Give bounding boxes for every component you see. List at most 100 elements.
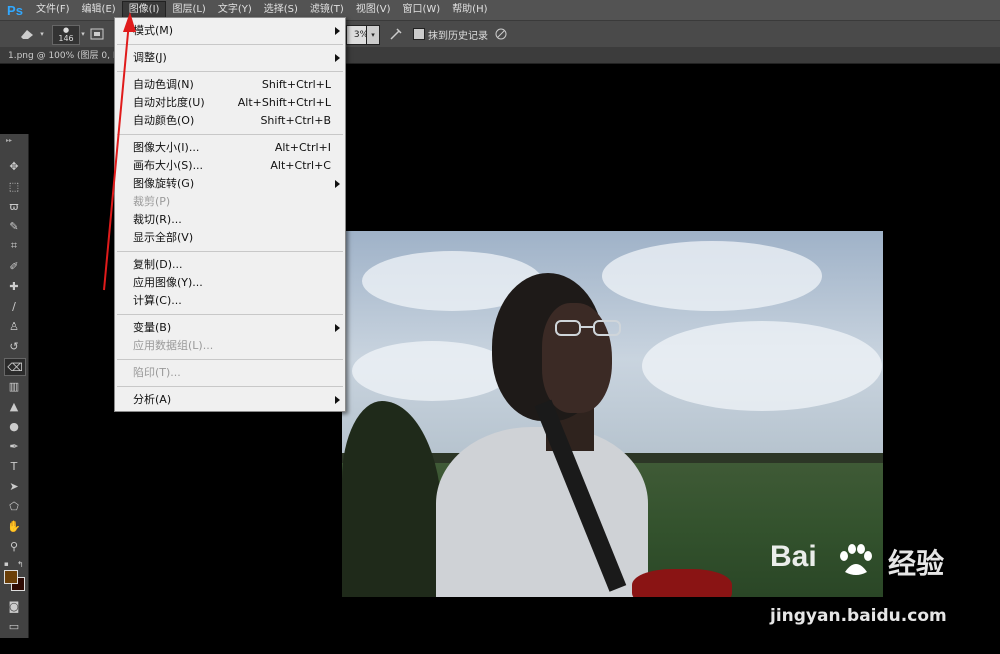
menu-item-label: 自动色调(N) (133, 78, 194, 91)
erase-history-label: 抹到历史记录 (428, 30, 488, 42)
image-menu-item-19[interactable]: 变量(B) (115, 319, 345, 337)
menu-item-shortcut: Alt+Shift+Ctrl+L (237, 96, 331, 109)
menu-item-label: 计算(C)... (133, 294, 182, 307)
image-menu-item-12[interactable]: 裁切(R)... (115, 211, 345, 229)
zoom-tool-icon[interactable]: ⚲ (4, 538, 24, 554)
menu-7[interactable]: 视图(V) (350, 0, 397, 20)
menu-separator (117, 44, 343, 45)
blur-tool-icon[interactable]: ▲ (4, 398, 24, 414)
image-menu-item-0[interactable]: 模式(M) (115, 22, 345, 40)
image-menu-item-22: 陷印(T)... (115, 364, 345, 382)
image-menu-item-6[interactable]: 自动颜色(O) Shift+Ctrl+B (115, 112, 345, 130)
menu-item-label: 裁剪(P) (133, 195, 171, 208)
menu-separator (117, 134, 343, 135)
image-menu-item-20: 应用数据组(L)... (115, 337, 345, 355)
brush-panel-icon[interactable] (88, 25, 106, 43)
hand-tool-icon[interactable]: ✋ (4, 518, 24, 534)
brush-size-value: 146 (58, 34, 74, 43)
photoshop-logo: Ps (7, 2, 23, 18)
airbrush-icon[interactable] (387, 25, 405, 43)
menu-item-label: 陷印(T)... (133, 366, 181, 379)
erase-history-checkbox[interactable] (413, 25, 425, 43)
menu-9[interactable]: 帮助(H) (446, 0, 493, 20)
menu-item-shortcut: Shift+Ctrl+L (261, 78, 331, 91)
path-select-tool-icon[interactable]: ➤ (4, 478, 24, 494)
gradient-tool-icon[interactable]: ▥ (4, 378, 24, 394)
baidu-logo: Bai (770, 540, 817, 573)
healing-brush-tool-icon[interactable]: ✚ (4, 278, 24, 294)
crop-tool-icon[interactable]: ⌗ (4, 238, 24, 254)
menu-item-label: 应用数据组(L)... (133, 339, 214, 352)
image-menu-item-13[interactable]: 显示全部(V) (115, 229, 345, 247)
submenu-arrow-icon (335, 324, 340, 332)
image-menu-item-11: 裁剪(P) (115, 193, 345, 211)
brush-tool-icon[interactable]: ∕ (4, 298, 24, 314)
preset-chevron-down-icon[interactable]: ▾ (38, 25, 46, 43)
toolbox: ▸▸ ✥ ⬚ ϖ ✎ ⌗ ✐ ✚ ∕ ♙ ↺ ⌫ ▥ ▲ ● ✒ T ➤ ⬠ ✋ ⚲ ▪ ↰ ◙ ▭ (0, 134, 29, 638)
menu-item-label: 变量(B) (133, 321, 172, 334)
dodge-tool-icon[interactable]: ● (4, 418, 24, 434)
menu-item-label: 画布大小(S)... (133, 159, 204, 172)
image-menu-dropdown: 模式(M) 调整(J) 自动色调(N) Shift+Ctrl+L 自动对比度(U) Alt… (114, 17, 346, 412)
menu-separator (117, 71, 343, 72)
menu-item-label: 图像旋转(G) (133, 177, 195, 190)
image-menu-item-5[interactable]: 自动对比度(U) Alt+Shift+Ctrl+L (115, 94, 345, 112)
menu-item-label: 自动对比度(U) (133, 96, 205, 109)
screen-mode-icon[interactable]: ▭ (4, 618, 24, 634)
image-menu-item-2[interactable]: 调整(J) (115, 49, 345, 67)
menu-item-label: 复制(D)... (133, 258, 183, 271)
pen-tool-icon[interactable]: ✒ (4, 438, 24, 454)
image-menu-item-17[interactable]: 计算(C)... (115, 292, 345, 310)
menu-separator (117, 386, 343, 387)
document-tab-title: 1.png @ 100% (图层 0, RG (8, 51, 127, 61)
watermark-url: jingyan.baidu.com (770, 606, 947, 626)
type-tool-icon[interactable]: T (4, 458, 24, 474)
menu-item-label: 裁切(R)... (133, 213, 182, 226)
menu-item-label: 显示全部(V) (133, 231, 194, 244)
image-menu-item-9[interactable]: 画布大小(S)... Alt+Ctrl+C (115, 157, 345, 175)
default-colors-icon[interactable]: ▪ (4, 560, 12, 568)
menu-separator (117, 251, 343, 252)
menu-item-shortcut: Alt+Ctrl+I (274, 141, 331, 154)
swap-colors-icon[interactable]: ↰ (17, 560, 24, 569)
image-menu-item-10[interactable]: 图像旋转(G) (115, 175, 345, 193)
eraser-tool-icon[interactable]: ⌫ (4, 358, 26, 376)
baidu-jingyan-watermark: Bai 经验 jingyan.baidu.com (770, 540, 1000, 650)
menu-item-label: 应用图像(Y)... (133, 276, 203, 289)
lasso-tool-icon[interactable]: ϖ (4, 198, 24, 214)
brush-size-picker[interactable]: ● 146 (52, 25, 80, 45)
brush-chevron-down-icon[interactable]: ▾ (79, 25, 87, 43)
toolbox-collapse-icon[interactable]: ▸▸ (6, 137, 12, 144)
foreground-color-swatch[interactable] (4, 570, 18, 584)
image-menu-item-15[interactable]: 复制(D)... (115, 256, 345, 274)
shape-tool-icon[interactable]: ⬠ (4, 498, 24, 514)
menu-0[interactable]: 文件(F) (30, 0, 76, 20)
eyedropper-tool-icon[interactable]: ✐ (4, 258, 24, 274)
menu-item-label: 图像大小(I)... (133, 141, 200, 154)
menu-separator (117, 359, 343, 360)
menu-item-label: 模式(M) (133, 24, 174, 37)
eraser-preset-icon[interactable] (16, 25, 38, 43)
history-brush-tool-icon[interactable]: ↺ (4, 338, 24, 354)
quick-select-tool-icon[interactable]: ✎ (4, 218, 24, 234)
menu-item-label: 调整(J) (133, 51, 167, 64)
marquee-tool-icon[interactable]: ⬚ (4, 178, 24, 194)
pressure-icon[interactable] (492, 25, 510, 43)
clone-stamp-tool-icon[interactable]: ♙ (4, 318, 24, 334)
quick-mask-icon[interactable]: ◙ (4, 598, 24, 614)
image-menu-item-16[interactable]: 应用图像(Y)... (115, 274, 345, 292)
menu-item-label: 分析(A) (133, 393, 172, 406)
image-menu-item-24[interactable]: 分析(A) (115, 391, 345, 409)
submenu-arrow-icon (335, 54, 340, 62)
menu-separator (117, 314, 343, 315)
baidu-paw-icon (840, 544, 872, 575)
menu-item-label: 自动颜色(O) (133, 114, 195, 127)
move-tool-icon[interactable]: ✥ (4, 158, 24, 174)
image-menu-item-4[interactable]: 自动色调(N) Shift+Ctrl+L (115, 76, 345, 94)
menu-item-shortcut: Shift+Ctrl+B (260, 114, 331, 127)
flow-chevron-down-icon[interactable]: ▾ (366, 25, 380, 45)
menu-8[interactable]: 窗口(W) (396, 0, 446, 20)
image-menu-item-8[interactable]: 图像大小(I)... Alt+Ctrl+I (115, 139, 345, 157)
jingyan-label: 经验 (888, 547, 945, 580)
submenu-arrow-icon (335, 27, 340, 35)
